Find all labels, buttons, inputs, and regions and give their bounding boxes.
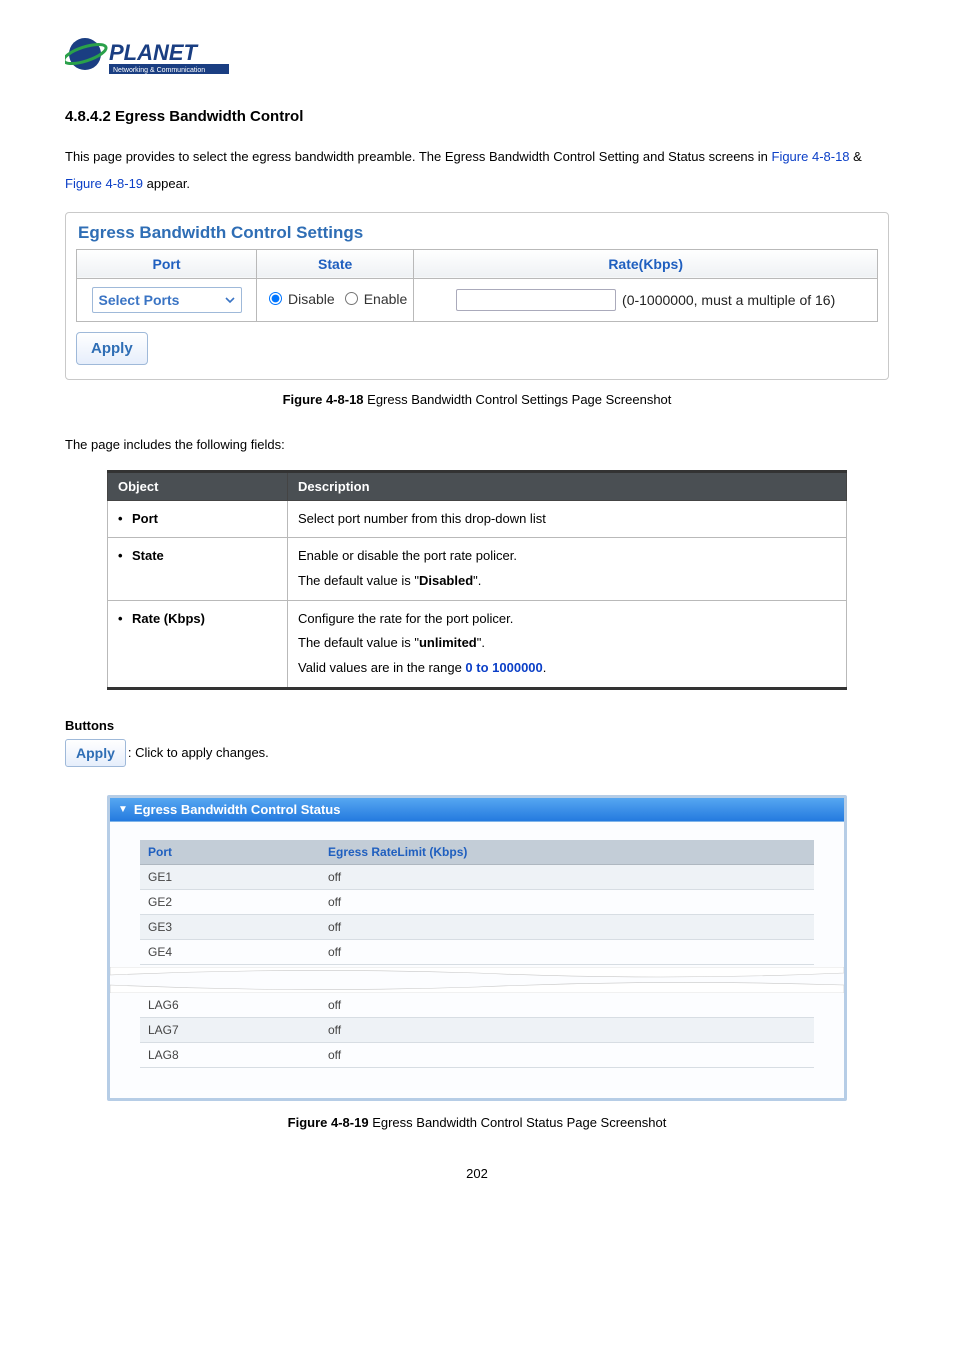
status-port: GE1	[140, 864, 320, 889]
apply-button-desc: : Click to apply changes.	[128, 745, 269, 760]
figure-link-1[interactable]: Figure 4-8-18	[772, 149, 850, 164]
buttons-heading: Buttons	[65, 718, 889, 733]
status-rate: off	[320, 864, 814, 889]
settings-header-state: State	[257, 249, 414, 278]
status-row: LAG7off	[140, 1017, 814, 1042]
status-port: LAG7	[140, 1017, 320, 1042]
status-panel: ▼ Egress Bandwidth Control Status Port E…	[107, 795, 847, 1101]
figure-1-text: Egress Bandwidth Control Settings Page S…	[367, 392, 671, 407]
apply-button-sample[interactable]: Apply	[65, 739, 126, 767]
status-row: LAG6off	[140, 993, 814, 1018]
intro-text-post: appear.	[147, 176, 190, 191]
planet-logo-icon: PLANET Networking & Communication	[65, 30, 235, 88]
state-label-disable: Disable	[288, 291, 335, 307]
status-rate: off	[320, 1042, 814, 1067]
figure-link-2[interactable]: Figure 4-8-19	[65, 176, 143, 191]
status-panel-title: Egress Bandwidth Control Status	[134, 802, 341, 817]
obj-desc: Select port number from this drop-down l…	[288, 500, 847, 538]
status-row: GE4off	[140, 939, 814, 964]
object-description-table: Object Description •Port Select port num…	[107, 470, 847, 690]
obj-name: Port	[132, 511, 158, 526]
port-select-dropdown[interactable]: Select Ports	[92, 287, 242, 313]
figure-1-caption: Figure 4-8-18 Egress Bandwidth Control S…	[65, 392, 889, 407]
status-port: GE2	[140, 889, 320, 914]
settings-panel-title: Egress Bandwidth Control Settings	[78, 223, 878, 243]
figure-2-text: Egress Bandwidth Control Status Page Scr…	[372, 1115, 666, 1130]
status-rate: off	[320, 1017, 814, 1042]
obj-row: •State Enable or disable the port rate p…	[108, 538, 847, 600]
intro-paragraph: This page provides to select the egress …	[65, 143, 889, 198]
port-select-label: Select Ports	[99, 292, 180, 308]
status-header-port: Port	[140, 840, 320, 865]
status-port: GE3	[140, 914, 320, 939]
status-port: GE4	[140, 939, 320, 964]
state-label-enable: Enable	[364, 291, 408, 307]
obj-header-description: Description	[288, 471, 847, 500]
status-panel-header[interactable]: ▼ Egress Bandwidth Control Status	[110, 798, 844, 822]
status-rate: off	[320, 993, 814, 1018]
fields-intro: The page includes the following fields:	[65, 437, 889, 452]
settings-panel: Egress Bandwidth Control Settings Port S…	[65, 212, 889, 380]
status-port: LAG8	[140, 1042, 320, 1067]
chevron-down-icon: ▼	[118, 804, 128, 815]
status-row: LAG8off	[140, 1042, 814, 1067]
obj-desc: Enable or disable the port rate policer.…	[288, 538, 847, 600]
rate-hint: (0-1000000, must a multiple of 16)	[622, 292, 835, 308]
obj-row: •Rate (Kbps) Configure the rate for the …	[108, 600, 847, 688]
status-table-top: Port Egress RateLimit (Kbps) GE1off GE2o…	[140, 840, 814, 965]
obj-row: •Port Select port number from this drop-…	[108, 500, 847, 538]
status-port: LAG6	[140, 993, 320, 1018]
status-row: GE1off	[140, 864, 814, 889]
intro-text-pre: This page provides to select the egress …	[65, 149, 772, 164]
status-rate: off	[320, 914, 814, 939]
svg-text:PLANET: PLANET	[109, 40, 199, 65]
table-tear-gap	[110, 967, 844, 993]
brand-logo: PLANET Networking & Communication	[65, 30, 889, 88]
svg-text:Networking & Communication: Networking & Communication	[113, 67, 205, 74]
page-number: 202	[65, 1166, 889, 1181]
obj-name: State	[132, 548, 164, 563]
status-header-rate: Egress RateLimit (Kbps)	[320, 840, 814, 865]
chevron-down-icon	[225, 295, 235, 305]
settings-header-port: Port	[77, 249, 257, 278]
obj-name: Rate (Kbps)	[132, 611, 205, 626]
figure-2-caption: Figure 4-8-19 Egress Bandwidth Control S…	[65, 1115, 889, 1130]
state-radio-enable[interactable]	[345, 292, 358, 305]
settings-header-rate: Rate(Kbps)	[414, 249, 878, 278]
buttons-description-row: Apply : Click to apply changes.	[65, 739, 889, 767]
status-row: GE3off	[140, 914, 814, 939]
apply-button[interactable]: Apply	[76, 332, 148, 365]
status-rate: off	[320, 889, 814, 914]
settings-table: Port State Rate(Kbps) Select Ports Disab…	[76, 249, 878, 322]
status-table-bottom: LAG6off LAG7off LAG8off	[140, 993, 814, 1068]
intro-amp: &	[853, 149, 862, 164]
rate-input[interactable]	[456, 289, 616, 311]
section-heading: 4.8.4.2 Egress Bandwidth Control	[65, 108, 889, 125]
obj-header-object: Object	[108, 471, 288, 500]
figure-1-number: Figure 4-8-18	[283, 392, 364, 407]
figure-2-number: Figure 4-8-19	[288, 1115, 369, 1130]
status-row: GE2off	[140, 889, 814, 914]
obj-desc: Configure the rate for the port policer.…	[288, 600, 847, 688]
state-radio-disable[interactable]	[269, 292, 282, 305]
status-rate: off	[320, 939, 814, 964]
